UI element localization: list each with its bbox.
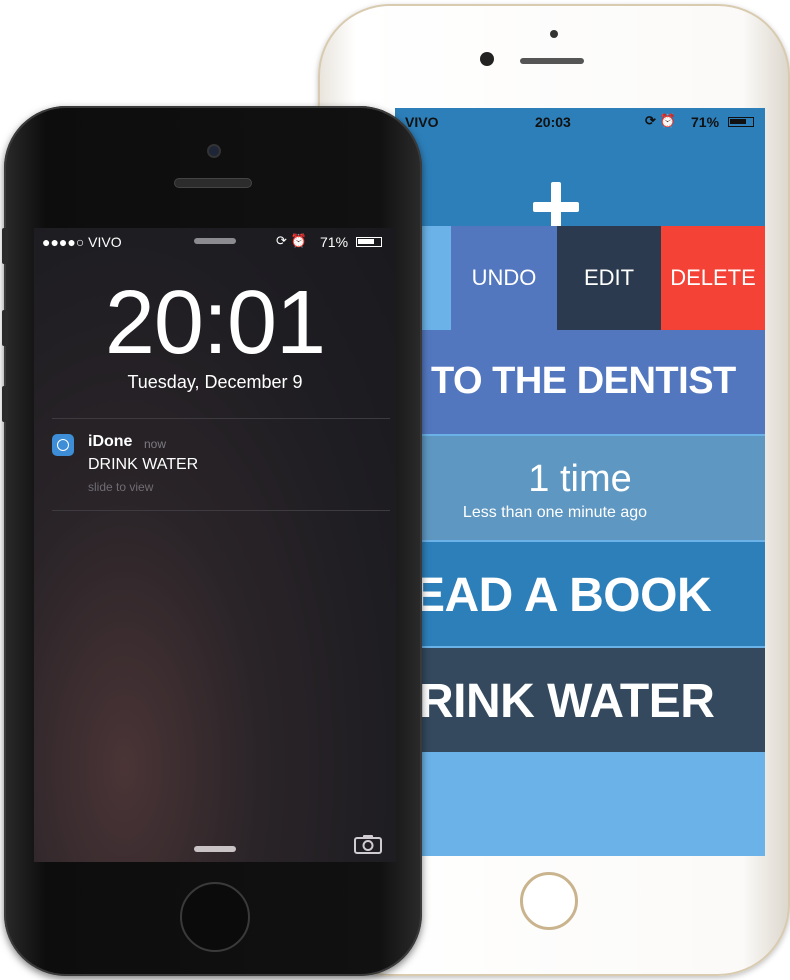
- idone-app-screen: VIVO 20:03 ⟳ ⏰ 71% UNDO EDIT DELETE TO T…: [395, 108, 765, 856]
- volume-down-button[interactable]: [2, 386, 8, 422]
- task-title: TO THE DENTIST: [431, 360, 736, 402]
- home-button[interactable]: [180, 882, 250, 952]
- undo-button[interactable]: UNDO: [451, 226, 557, 330]
- status-bar: VIVO 20:03 ⟳ ⏰ 71%: [395, 108, 765, 136]
- lock-alarm-icon: ⟳ ⏰: [645, 113, 676, 128]
- edit-button[interactable]: EDIT: [557, 226, 661, 330]
- divider: [52, 418, 390, 419]
- status-time: 20:03: [535, 114, 571, 130]
- idone-app-icon: [52, 434, 74, 456]
- task-title: EAD A BOOK: [413, 569, 712, 622]
- notification-center-grabber[interactable]: [194, 238, 236, 244]
- camera-icon[interactable]: [354, 834, 382, 854]
- task-title: RINK WATER: [419, 675, 715, 728]
- mute-switch[interactable]: [2, 228, 8, 264]
- earpiece-speaker: [174, 178, 252, 188]
- notification-message[interactable]: DRINK WATER: [88, 456, 198, 474]
- divider: [52, 510, 390, 511]
- lock-alarm-icon: ⟳ ⏰: [276, 233, 307, 248]
- task-subtitle: Less than one minute ago: [462, 504, 648, 521]
- task-count: 1 time: [528, 458, 632, 500]
- swipe-action-row: UNDO EDIT DELETE: [395, 226, 765, 330]
- battery-percent: 71%: [320, 234, 349, 250]
- carrier-label: ●●●●○ VIVO: [42, 234, 122, 250]
- home-button[interactable]: [520, 872, 578, 930]
- volume-up-button[interactable]: [2, 310, 8, 346]
- lock-date: Tuesday, December 9: [127, 372, 303, 392]
- task-row[interactable]: EAD A BOOK: [395, 542, 765, 646]
- task-row[interactable]: 1 time Less than one minute ago: [395, 436, 765, 540]
- control-center-grabber[interactable]: [194, 846, 236, 852]
- front-camera: [207, 144, 221, 158]
- lock-time: 20:01: [104, 273, 326, 373]
- notification-app-name: iDone: [88, 433, 133, 450]
- delete-button[interactable]: DELETE: [661, 226, 765, 330]
- carrier-label: VIVO: [405, 114, 439, 130]
- lock-screen: ●●●●○ VIVO ⟳ ⏰ 71% 20:01 Tuesday, Decemb…: [34, 228, 396, 862]
- task-row[interactable]: TO THE DENTIST: [395, 330, 765, 434]
- battery-percent: 71%: [691, 114, 720, 130]
- front-microphone: [550, 30, 558, 38]
- notification-hint: slide to view: [88, 480, 154, 494]
- front-camera: [480, 52, 494, 66]
- add-task-button[interactable]: [395, 136, 765, 232]
- earpiece-speaker: [520, 58, 584, 64]
- task-row[interactable]: RINK WATER: [395, 648, 765, 752]
- notification-time: now: [144, 437, 167, 451]
- plus-icon-vertical: [551, 182, 561, 232]
- battery-icon: [728, 117, 754, 127]
- battery-icon: [356, 237, 382, 247]
